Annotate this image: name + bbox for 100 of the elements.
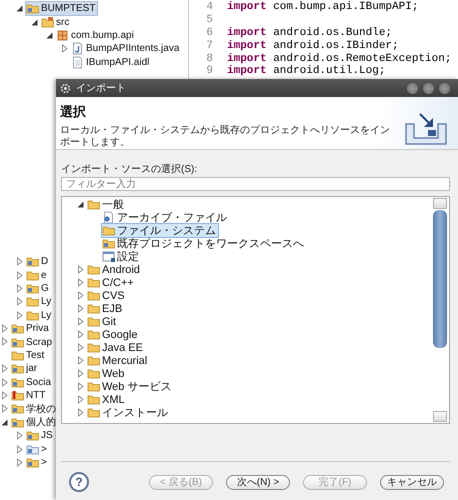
tree-item[interactable]: Android — [86, 262, 143, 277]
collapsed-arrow-icon[interactable] — [0, 364, 9, 374]
tree-item[interactable]: XML — [86, 392, 128, 407]
folder-icon — [26, 295, 39, 308]
project-folder-icon — [11, 336, 24, 348]
scroll-up-button[interactable] — [433, 198, 447, 209]
tree-item[interactable]: Google — [86, 327, 140, 342]
folder-icon — [87, 341, 100, 354]
collapsed-arrow-icon[interactable] — [76, 343, 85, 352]
maximize-button[interactable] — [423, 82, 434, 94]
help-button[interactable]: ? — [69, 472, 89, 492]
collapsed-arrow-icon[interactable] — [76, 408, 85, 417]
collapsed-arrow-icon[interactable] — [15, 284, 24, 293]
tree-item[interactable]: BUMPTEST — [25, 1, 98, 16]
collapsed-arrow-icon[interactable] — [15, 444, 24, 454]
project-folder-icon — [102, 237, 115, 250]
tree-item[interactable]: Socia — [10, 374, 54, 390]
tree-item[interactable]: C/C++ — [86, 275, 137, 290]
collapsed-arrow-icon[interactable] — [76, 278, 85, 287]
tree-item[interactable]: Mercurial — [86, 353, 150, 368]
collapsed-arrow-icon[interactable] — [15, 297, 24, 306]
tree-item[interactable]: com.bump.api — [55, 28, 137, 43]
collapsed-arrow-icon[interactable] — [0, 391, 9, 400]
tree-item[interactable]: EJB — [86, 301, 126, 316]
collapsed-arrow-icon[interactable] — [0, 324, 9, 334]
tree-item[interactable]: > — [25, 455, 50, 470]
tree-item[interactable]: > — [25, 442, 50, 457]
expanded-arrow-icon[interactable] — [0, 418, 9, 427]
collapsed-arrow-icon[interactable] — [0, 337, 9, 346]
collapsed-arrow-icon[interactable] — [76, 369, 85, 378]
tree-item[interactable]: e — [25, 268, 50, 283]
tree-item[interactable]: IBumpAPI.aidl — [70, 54, 152, 70]
file-icon — [71, 56, 84, 69]
expanded-arrow-icon[interactable] — [30, 18, 39, 27]
collapsed-arrow-icon[interactable] — [15, 431, 24, 440]
expanded-arrow-icon[interactable] — [45, 30, 54, 40]
package-icon — [56, 28, 69, 42]
source-folder-icon — [41, 16, 54, 29]
dialog-button[interactable]: キャンセル — [380, 474, 444, 490]
preferences-icon — [102, 250, 115, 263]
expanded-arrow-icon[interactable] — [76, 200, 85, 209]
dialog-button[interactable]: 次へ(N) > — [226, 474, 290, 490]
tree-item[interactable]: Test — [10, 348, 48, 363]
code-line: import android.os.Bundle; — [227, 26, 392, 39]
scrollbar[interactable] — [433, 198, 447, 422]
collapsed-arrow-icon[interactable] — [76, 304, 85, 313]
collapsed-arrow-icon[interactable] — [76, 330, 85, 339]
project-folder-icon — [26, 442, 39, 456]
folder-icon — [26, 308, 39, 322]
collapsed-arrow-icon[interactable] — [76, 291, 85, 300]
tree-item[interactable]: src — [40, 14, 72, 30]
folder-icon — [87, 289, 100, 302]
tree-item[interactable]: 一般 — [86, 197, 127, 212]
tree-item[interactable]: Ly — [25, 294, 54, 310]
tree-item[interactable]: Web — [86, 366, 128, 381]
tree-item[interactable]: Priva — [10, 321, 52, 336]
tree-item[interactable]: G — [25, 280, 52, 296]
tree-item[interactable]: アーカイブ・ファイル — [101, 210, 230, 225]
tree-item[interactable]: NTT — [10, 388, 48, 404]
collapsed-arrow-icon[interactable] — [76, 317, 85, 326]
collapsed-arrow-icon[interactable] — [15, 270, 24, 280]
scroll-down-button[interactable] — [433, 411, 447, 422]
tree-item[interactable]: ファイル・システム — [101, 223, 219, 238]
tree-item[interactable]: Java EE — [86, 340, 146, 355]
collapsed-arrow-icon[interactable] — [60, 44, 69, 54]
collapsed-arrow-icon[interactable] — [15, 310, 24, 320]
tree-item[interactable]: jar — [10, 361, 40, 376]
project-folder-icon — [26, 282, 39, 295]
tree-item[interactable]: BumpAPIIntents.java — [70, 41, 182, 56]
tree-item[interactable]: 学校の — [10, 401, 59, 416]
collapsed-arrow-icon[interactable] — [0, 404, 9, 414]
line-number: 5 — [205, 14, 213, 26]
minimize-button[interactable] — [407, 82, 418, 94]
tree-item[interactable]: Ly — [25, 308, 54, 323]
code-line: import android.os.IBinder; — [227, 40, 399, 52]
tree-item[interactable]: Git — [86, 314, 120, 329]
collapsed-arrow-icon[interactable] — [0, 378, 9, 387]
collapsed-arrow-icon[interactable] — [76, 395, 85, 404]
tree-item[interactable]: インストール — [86, 405, 171, 420]
tree-item[interactable]: CVS — [86, 288, 128, 303]
tree-item[interactable]: Web サービス — [86, 379, 174, 394]
collapsed-arrow-icon[interactable] — [15, 458, 24, 467]
collapsed-arrow-icon[interactable] — [76, 265, 85, 274]
tree-item[interactable]: 既存プロジェクトをワークスペースへ — [101, 236, 307, 251]
folder-icon — [87, 393, 100, 406]
expanded-arrow-icon[interactable] — [15, 4, 24, 14]
tree-item[interactable]: 個人的 — [10, 414, 59, 430]
tree-item[interactable]: Scrap — [10, 334, 56, 350]
collapsed-arrow-icon[interactable] — [76, 382, 85, 391]
folder-icon — [87, 198, 100, 211]
close-button[interactable] — [439, 82, 450, 94]
folder-icon — [87, 367, 100, 380]
collapsed-arrow-icon[interactable] — [15, 257, 24, 266]
filter-field[interactable]: フィルター入力 — [61, 177, 450, 191]
tree-item[interactable]: JS — [25, 428, 56, 444]
collapsed-arrow-icon[interactable] — [76, 356, 85, 365]
tree-item[interactable]: D — [25, 254, 52, 270]
archive-icon — [102, 211, 115, 224]
scrollbar-thumb[interactable] — [433, 210, 447, 348]
tree-item[interactable]: 設定 — [101, 249, 142, 264]
